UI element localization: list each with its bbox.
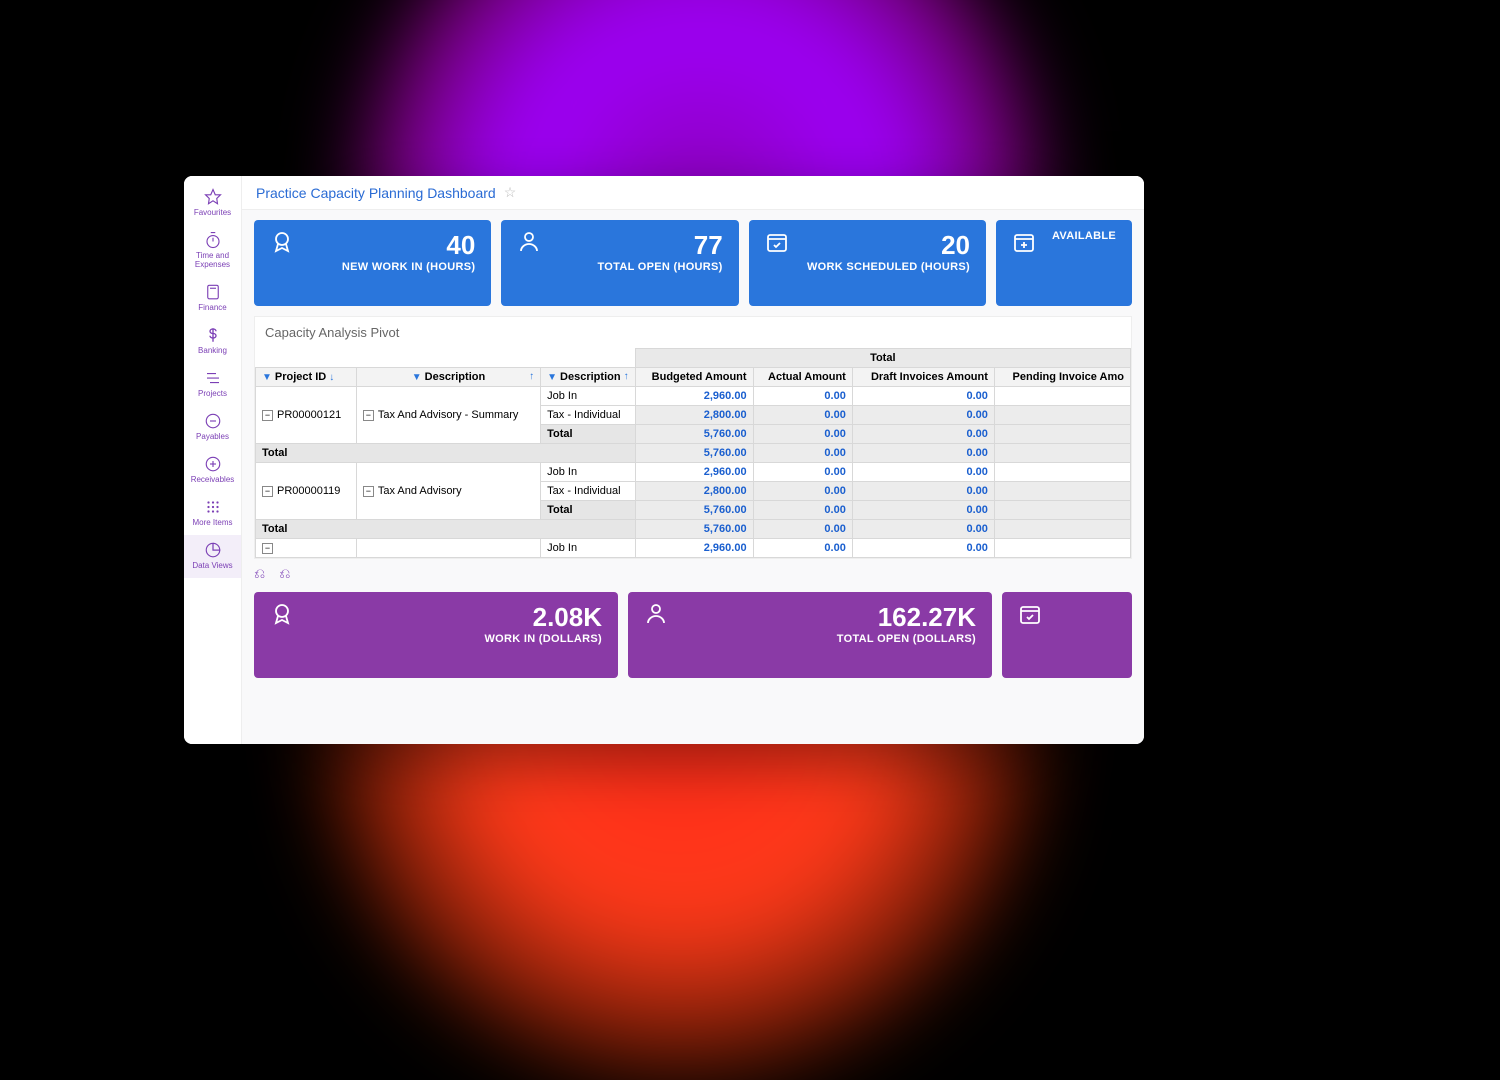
sidebar: Favourites Time and Expenses Finance Ban… — [184, 176, 242, 744]
kpi-label: NEW WORK IN (HOURS) — [310, 261, 475, 273]
col-description[interactable]: ▼Description↑ — [356, 368, 540, 387]
cell-budgeted: 2,960.00 — [635, 387, 753, 406]
kpi-row-bottom: 2.08K WORK IN (DOLLARS) 162.27K TOTAL OP… — [242, 588, 1144, 688]
plus-circle-icon — [204, 455, 222, 473]
calendar-check-icon — [765, 230, 789, 254]
col-project-id[interactable]: ▼Project ID↓ — [256, 368, 357, 387]
kpi-available[interactable]: AVAILABLE — [996, 220, 1132, 306]
calendar-check-icon — [1018, 602, 1042, 626]
sidebar-item-label: More Items — [192, 518, 232, 527]
sidebar-item-finance[interactable]: Finance — [184, 277, 241, 320]
kpi-label: TOTAL OPEN (DOLLARS) — [684, 633, 976, 645]
sidebar-item-label: Time and Expenses — [195, 251, 230, 269]
grid-icon — [204, 498, 222, 516]
collapse-icon[interactable]: − — [262, 486, 273, 497]
sidebar-item-label: Data Views — [192, 561, 232, 570]
sort-icon[interactable]: ↓ — [329, 372, 334, 383]
kpi-total-open-dollars[interactable]: 162.27K TOTAL OPEN (DOLLARS) — [628, 592, 992, 678]
page-title: Practice Capacity Planning Dashboard — [256, 185, 496, 201]
sidebar-item-label: Receivables — [191, 475, 235, 484]
calendar-plus-icon — [1012, 230, 1036, 254]
sidebar-item-banking[interactable]: Banking — [184, 320, 241, 363]
collapse-icon[interactable]: − — [363, 410, 374, 421]
kpi-total-open[interactable]: 77 TOTAL OPEN (HOURS) — [501, 220, 738, 306]
kpi-value: 20 — [805, 230, 970, 261]
sidebar-item-time-expenses[interactable]: Time and Expenses — [184, 225, 241, 277]
kpi-label: WORK SCHEDULED (HOURS) — [805, 261, 970, 273]
filter-icon[interactable]: ▼ — [412, 372, 422, 383]
sidebar-item-label: Finance — [198, 303, 226, 312]
kpi-work-scheduled[interactable]: 20 WORK SCHEDULED (HOURS) — [749, 220, 986, 306]
sidebar-item-payables[interactable]: Payables — [184, 406, 241, 449]
main-content: Practice Capacity Planning Dashboard ☆ 4… — [242, 176, 1144, 744]
cell-d2: Job In — [541, 387, 635, 406]
col-description2[interactable]: ▼Description↑ — [541, 368, 635, 387]
person-icon — [517, 230, 541, 254]
kpi-new-work-in[interactable]: 40 NEW WORK IN (HOURS) — [254, 220, 491, 306]
cell-description: −Tax And Advisory — [356, 463, 540, 520]
kpi-label: TOTAL OPEN (HOURS) — [557, 261, 722, 273]
pivot-table[interactable]: Total ▼Project ID↓ ▼Description↑ ▼Descri… — [255, 348, 1131, 558]
calculator-icon — [204, 283, 222, 301]
kpi-value: 77 — [557, 230, 722, 261]
star-icon — [204, 188, 222, 206]
kpi-value: 162.27K — [684, 602, 976, 633]
collapse-icon[interactable]: − — [262, 543, 273, 554]
kpi-row-top: 40 NEW WORK IN (HOURS) 77 TOTAL OPEN (HO… — [242, 210, 1144, 316]
sidebar-item-label: Favourites — [194, 208, 231, 217]
ribbon-icon — [270, 602, 294, 626]
sidebar-item-data-views[interactable]: Data Views — [184, 535, 241, 578]
pivot-section: Capacity Analysis Pivot Total ▼Project I… — [254, 316, 1132, 559]
cell-subtotal: Total — [541, 425, 635, 444]
sidebar-item-receivables[interactable]: Receivables — [184, 449, 241, 492]
sort-asc-icon[interactable]: ↑ — [624, 371, 629, 382]
app-window: Favourites Time and Expenses Finance Ban… — [184, 176, 1144, 744]
pivot-title: Capacity Analysis Pivot — [255, 317, 1131, 348]
filter-icon[interactable]: ▼ — [262, 372, 272, 383]
ribbon-icon — [270, 230, 294, 254]
col-draft[interactable]: Draft Invoices Amount — [852, 368, 994, 387]
pivot-banner: Total — [635, 349, 1130, 368]
person-icon — [644, 602, 668, 626]
pivot-tool-icon[interactable]: ⎌ — [279, 565, 290, 582]
cell-actual: 0.00 — [753, 387, 852, 406]
kpi-label: AVAILABLE — [1052, 230, 1116, 242]
cell-d2: Tax - Individual — [541, 406, 635, 425]
kpi-label: WORK IN (DOLLARS) — [310, 633, 602, 645]
cell-project-id: − — [256, 539, 357, 558]
sort-asc-icon[interactable]: ↑ — [529, 371, 534, 382]
minus-circle-icon — [204, 412, 222, 430]
sidebar-item-label: Banking — [198, 346, 227, 355]
pie-chart-icon — [204, 541, 222, 559]
collapse-icon[interactable]: − — [363, 486, 374, 497]
cell-draft: 0.00 — [852, 387, 994, 406]
sidebar-item-label: Projects — [198, 389, 227, 398]
cell-description: −Tax And Advisory - Summary — [356, 387, 540, 444]
col-budgeted[interactable]: Budgeted Amount — [635, 368, 753, 387]
sidebar-item-projects[interactable]: Projects — [184, 363, 241, 406]
favourite-toggle-icon[interactable]: ☆ — [504, 184, 517, 201]
cell-group-total: Total — [256, 444, 636, 463]
sidebar-item-favourites[interactable]: Favourites — [184, 182, 241, 225]
kpi-value: 40 — [310, 230, 475, 261]
kpi-value: 2.08K — [310, 602, 602, 633]
sidebar-item-more[interactable]: More Items — [184, 492, 241, 535]
filter-icon[interactable]: ▼ — [547, 372, 557, 383]
kpi-scheduled-dollars[interactable] — [1002, 592, 1132, 678]
collapse-icon[interactable]: − — [262, 410, 273, 421]
tasks-icon — [204, 369, 222, 387]
dollar-icon — [204, 326, 222, 344]
sidebar-item-label: Payables — [196, 432, 229, 441]
cell-project-id: −PR00000119 — [256, 463, 357, 520]
kpi-work-in-dollars[interactable]: 2.08K WORK IN (DOLLARS) — [254, 592, 618, 678]
col-actual[interactable]: Actual Amount — [753, 368, 852, 387]
pivot-toolbar: ⎌ ⎌ — [242, 559, 1144, 588]
stopwatch-icon — [204, 231, 222, 249]
cell-project-id: −PR00000121 — [256, 387, 357, 444]
col-pending[interactable]: Pending Invoice Amo — [994, 368, 1130, 387]
pivot-tool-icon[interactable]: ⎌ — [254, 565, 265, 582]
titlebar: Practice Capacity Planning Dashboard ☆ — [242, 176, 1144, 210]
